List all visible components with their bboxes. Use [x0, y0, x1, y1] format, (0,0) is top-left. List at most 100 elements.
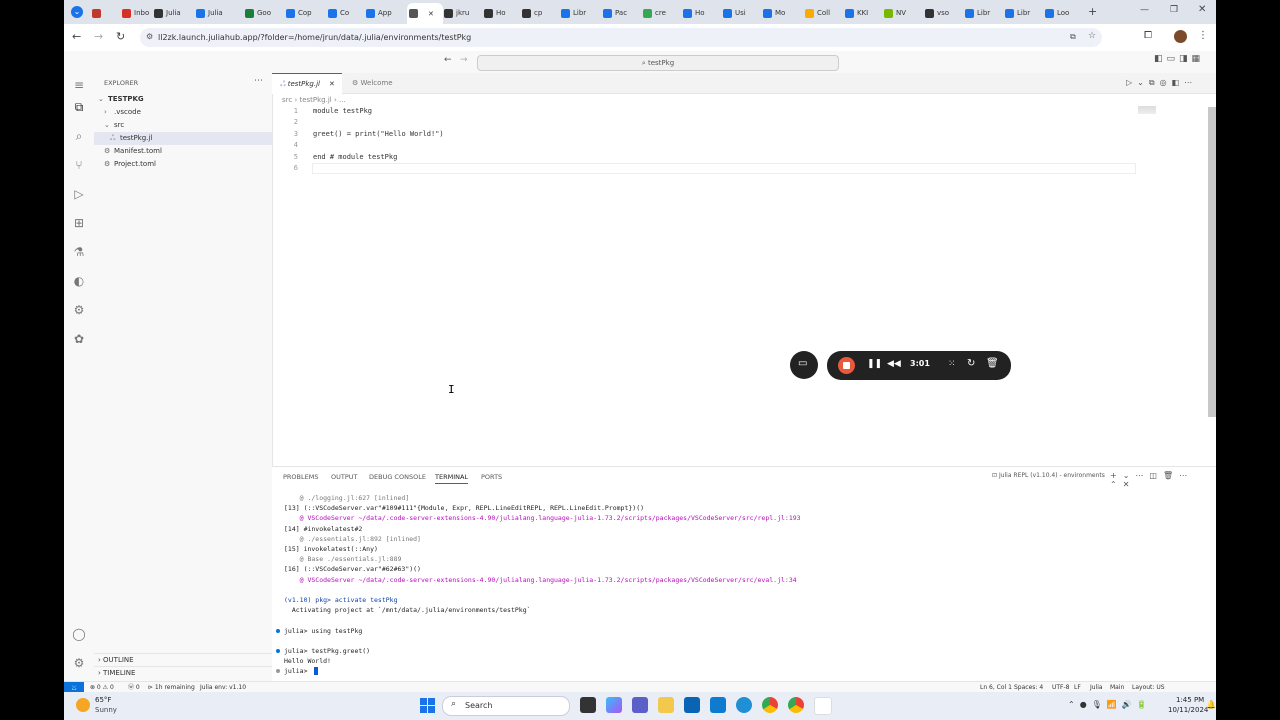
browser-tab[interactable]: Loo: [1045, 4, 1081, 22]
source-control-icon[interactable]: ⑂: [71, 157, 87, 173]
minimize-window-button[interactable]: —: [1140, 5, 1149, 15]
settings-gear-icon[interactable]: ⚙: [71, 655, 87, 671]
tree-item[interactable]: ⚙ Manifest.toml: [94, 145, 272, 158]
stop-recording-button[interactable]: [838, 357, 855, 374]
browser-tab[interactable]: vso: [925, 4, 961, 22]
packages-icon[interactable]: ✿: [71, 331, 87, 347]
breadcrumb[interactable]: src › testPkg.jl › ...: [282, 96, 346, 104]
rewind-icon[interactable]: ◀◀: [887, 359, 901, 369]
code-line[interactable]: 5 end # module testPkg: [272, 152, 1200, 163]
panel-tab-ports[interactable]: PORTS: [481, 473, 502, 481]
search-icon[interactable]: ⌕: [71, 128, 87, 144]
browser-tab[interactable]: jkru: [444, 4, 480, 22]
command-center[interactable]: ⌕ testPkg: [477, 55, 839, 71]
browser-tab[interactable]: Julia: [154, 4, 190, 22]
remote-icon[interactable]: ⚙: [71, 302, 87, 318]
edge-icon[interactable]: [736, 697, 752, 713]
copilot-icon[interactable]: [606, 697, 622, 713]
browser-tab[interactable]: Cop: [286, 4, 322, 22]
new-tab-button[interactable]: +: [1088, 5, 1097, 18]
browser-tab[interactable]: Ho: [484, 4, 520, 22]
close-icon[interactable]: ✕: [329, 74, 335, 94]
reload-icon[interactable]: ↻: [116, 30, 125, 43]
outline-section[interactable]: › OUTLINE: [94, 653, 272, 667]
weather-icon[interactable]: [76, 698, 90, 712]
extensions-icon[interactable]: ⊞: [71, 215, 87, 231]
forward-icon[interactable]: →: [94, 30, 103, 43]
task-view-icon[interactable]: [580, 697, 596, 713]
nav-forward-icon[interactable]: →: [460, 55, 468, 65]
taskbar-search-box[interactable]: ⌕ Search: [442, 696, 570, 716]
extensions-icon[interactable]: ⧠: [1144, 30, 1152, 41]
file-explorer-icon[interactable]: [658, 697, 674, 713]
code-line[interactable]: 2: [272, 117, 1200, 128]
code-line[interactable]: 1 module testPkg: [272, 106, 1200, 117]
outlook-icon[interactable]: [684, 697, 700, 713]
browser-tab[interactable]: Co: [328, 4, 364, 22]
browser-tab[interactable]: Pac: [603, 4, 639, 22]
pause-icon[interactable]: ❚❚: [867, 359, 882, 369]
tree-item[interactable]: ⚙ Project.toml: [94, 158, 272, 171]
account-icon[interactable]: ◯: [71, 626, 87, 642]
tree-item[interactable]: ⌄ TESTPKG: [94, 93, 272, 106]
close-tab-icon[interactable]: ✕: [428, 10, 434, 18]
panel-tab-problems[interactable]: PROBLEMS: [283, 473, 318, 481]
install-app-icon[interactable]: ⧉: [1070, 32, 1076, 42]
tree-item[interactable]: › .vscode: [94, 106, 272, 119]
url-bar[interactable]: ⚙ ll2zk.launch.juliahub.app/?folder=/hom…: [140, 28, 1102, 47]
restore-window-button[interactable]: ❐: [1170, 5, 1178, 15]
mail-icon[interactable]: [710, 697, 726, 713]
editor-actions[interactable]: ▷⌄⧉◎◧⋯: [1126, 78, 1197, 88]
testing-icon[interactable]: ⚗: [71, 244, 87, 260]
editor-scrollbar[interactable]: [1208, 107, 1216, 417]
chrome-icon[interactable]: [762, 697, 778, 713]
timeline-section[interactable]: › TIMELINE: [94, 666, 272, 680]
tab-search-dropdown[interactable]: ⌄: [71, 6, 83, 18]
bookmark-star-icon[interactable]: ☆: [1088, 31, 1096, 41]
browser-tab[interactable]: cre: [643, 4, 679, 22]
browser-tab[interactable]: Goo: [245, 4, 281, 22]
browser-tab[interactable]: Coll: [805, 4, 841, 22]
layout-icons[interactable]: ◧▭◨▦: [1154, 54, 1204, 64]
browser-tab[interactable]: Libr: [965, 4, 1001, 22]
teams-icon[interactable]: [632, 697, 648, 713]
grid-icon[interactable]: ⁙: [948, 359, 956, 369]
browser-tab[interactable]: ✕: [407, 3, 443, 24]
close-window-button[interactable]: ✕: [1198, 4, 1206, 15]
browser-tab[interactable]: cp: [522, 4, 558, 22]
browser-tab[interactable]: Julia: [196, 4, 232, 22]
slack-icon[interactable]: [814, 697, 832, 715]
browser-tab[interactable]: Mo: [763, 4, 799, 22]
chrome-profile-icon[interactable]: [788, 697, 804, 713]
browser-tab[interactable]: NV: [884, 4, 920, 22]
browser-tab[interactable]: Libr: [561, 4, 597, 22]
explorer-icon[interactable]: ⧉: [71, 99, 87, 115]
browser-tab[interactable]: KKI: [845, 4, 881, 22]
profile-avatar[interactable]: [1174, 30, 1187, 43]
explorer-more-icon[interactable]: ⋯: [254, 76, 263, 86]
tab-testpkg-jl[interactable]: ஃ testPkg.jl ✕: [272, 73, 342, 94]
panel-actions[interactable]: +⌄⋯◫🗑⋯⌃✕: [1110, 471, 1216, 489]
nav-back-icon[interactable]: ←: [444, 55, 452, 65]
browser-menu-icon[interactable]: ⋮: [1198, 30, 1208, 41]
run-debug-icon[interactable]: ▷: [71, 186, 87, 202]
tab-welcome[interactable]: ⚙ Welcome: [344, 73, 432, 93]
browser-tab[interactable]: Inbo: [122, 4, 158, 22]
tree-item[interactable]: ⌄ src: [94, 119, 272, 132]
notifications-icon[interactable]: 🔔: [1206, 700, 1216, 709]
browser-tab[interactable]: App: [366, 4, 402, 22]
system-tray-icons[interactable]: ⌃●🎙📶🔊🔋: [1068, 700, 1152, 709]
panel-tab-output[interactable]: OUTPUT: [331, 473, 358, 481]
site-info-icon[interactable]: ⚙: [146, 32, 153, 41]
restart-icon[interactable]: ↻: [967, 358, 975, 369]
browser-tab[interactable]: Usi: [723, 4, 759, 22]
tree-item[interactable]: ஃ testPkg.jl: [94, 132, 272, 145]
browser-tab[interactable]: Ho: [683, 4, 719, 22]
panel-tab-debug-console[interactable]: DEBUG CONSOLE: [369, 473, 426, 481]
panel-tab-terminal[interactable]: TERMINAL: [435, 473, 469, 484]
start-button[interactable]: [420, 698, 435, 713]
code-line[interactable]: 4: [272, 140, 1200, 151]
menu-icon[interactable]: ≡: [71, 77, 87, 93]
back-icon[interactable]: ←: [72, 30, 81, 43]
julia-icon[interactable]: ◐: [71, 273, 87, 289]
